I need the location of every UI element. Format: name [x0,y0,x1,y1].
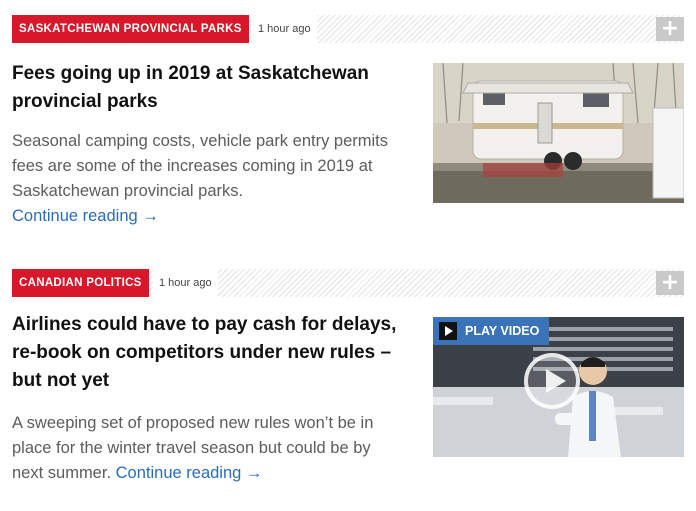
timestamp: 1 hour ago [252,15,317,43]
story-thumbnail[interactable] [433,63,684,203]
story-headline[interactable]: Fees going up in 2019 at Saskatchewan pr… [12,60,402,116]
continue-reading-link[interactable]: Continue reading → [116,464,263,482]
summary-text: Seasonal camping costs, vehicle park ent… [12,132,389,200]
story-card: SASKATCHEWAN PROVINCIAL PARKS 1 hour ago… [12,15,684,225]
timestamp: 1 hour ago [153,269,218,297]
play-video-button[interactable]: PLAY VIDEO [433,317,550,345]
play-icon [439,322,457,340]
continue-reading-link[interactable]: Continue reading → [12,207,159,225]
plus-icon[interactable]: + [656,271,684,295]
category-tag[interactable]: CANADIAN POLITICS [12,269,149,297]
play-video-label: PLAY VIDEO [465,324,540,338]
story-summary: Seasonal camping costs, vehicle park ent… [12,129,397,229]
play-icon[interactable] [524,353,580,409]
story-meta-bar: SASKATCHEWAN PROVINCIAL PARKS 1 hour ago… [12,15,684,43]
story-headline[interactable]: Airlines could have to pay cash for dela… [12,311,402,395]
video-thumbnail[interactable]: PLAY VIDEO [433,317,684,457]
story-card: CANADIAN POLITICS 1 hour ago + Airlines … [12,269,684,482]
story-summary: A sweeping set of proposed new rules won… [12,411,397,486]
camper-trailer-image [433,63,684,203]
story-meta-bar: CANADIAN POLITICS 1 hour ago + [12,269,684,297]
category-tag[interactable]: SASKATCHEWAN PROVINCIAL PARKS [12,15,249,43]
plus-icon[interactable]: + [656,17,684,41]
